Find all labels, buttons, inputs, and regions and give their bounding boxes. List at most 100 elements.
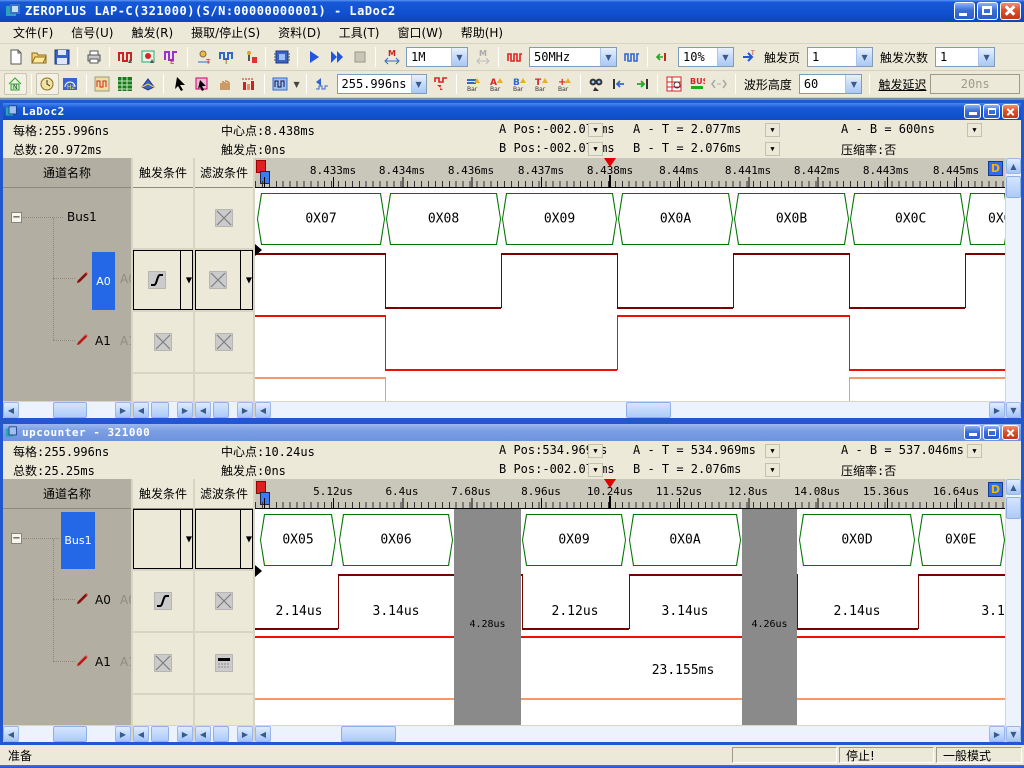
scroll-down-icon[interactable]: ▼ [1006, 726, 1021, 742]
bus-segment[interactable]: 0X06 [339, 514, 453, 566]
bus-segment[interactable]: 0X0B [734, 193, 849, 245]
trigger-cell-a0[interactable] [133, 571, 193, 633]
trigger-column-scrollbar[interactable]: ◀ ▶ [133, 725, 193, 742]
maximize-button[interactable] [983, 104, 1000, 119]
signal-row[interactable] [255, 312, 1005, 374]
trigger-marker-icon[interactable] [604, 479, 616, 488]
scroll-down-icon[interactable]: ▼ [1006, 402, 1021, 418]
display-ratio-combo[interactable]: 10% ▼ [678, 47, 734, 67]
minimize-button[interactable] [964, 104, 981, 119]
save-button[interactable] [50, 46, 73, 68]
sampling-setup-icon[interactable] [137, 46, 160, 68]
memory-depth-combo[interactable]: 1M ▼ [406, 47, 468, 67]
run-button[interactable] [302, 46, 325, 68]
channel-a1-label[interactable]: A1 [95, 334, 111, 348]
bus-segment[interactable]: 0X07 [257, 193, 385, 245]
b-t-dropdown[interactable]: ▼ [765, 463, 780, 477]
filter-cell-a0[interactable] [195, 571, 253, 633]
bus-segment[interactable]: 0X0A [618, 193, 733, 245]
listing-view-button[interactable] [113, 73, 136, 95]
filter-cell-a0[interactable]: ▼ [195, 250, 253, 312]
trigger-cell-bus[interactable]: ▼ [133, 509, 193, 571]
bus-segment[interactable]: 0X0A [629, 514, 741, 566]
bus-segment[interactable]: 0X09 [502, 193, 617, 245]
signal-row[interactable]: 2.14us3.14us2.12us3.14us2.14us3.14 [255, 571, 1005, 633]
wave-rows[interactable]: 0X070X080X090X0A0X0B0X0C0X0D [255, 188, 1005, 401]
chevron-down-icon[interactable]: ▼ [186, 276, 192, 285]
maximize-button[interactable] [983, 425, 1000, 440]
trigger-t-icon[interactable]: T [215, 46, 238, 68]
name-column-scrollbar[interactable]: ◀ ▶ [3, 401, 131, 418]
chevron-down-icon[interactable]: ▼ [600, 48, 616, 66]
trigger-marker-icon[interactable] [604, 158, 616, 167]
t-bar-icon[interactable]: TBar [530, 73, 553, 95]
scroll-left-icon[interactable]: ◀ [3, 726, 19, 742]
signal-row[interactable] [255, 374, 1005, 401]
scroll-left-icon[interactable]: ◀ [133, 726, 149, 742]
wave-v-scrollbar[interactable]: ▲ ▼ [1005, 158, 1021, 418]
trigger-i-icon[interactable] [238, 46, 261, 68]
scroll-right-icon[interactable]: ▶ [237, 402, 253, 418]
home-button[interactable]: N [4, 73, 27, 95]
compressed-region[interactable]: 4.28us [454, 509, 521, 725]
tree-collapse-icon[interactable]: − [11, 533, 22, 544]
hand-tool-button[interactable] [214, 73, 237, 95]
scroll-up-icon[interactable]: ▲ [1006, 158, 1021, 174]
scroll-left-icon[interactable]: ◀ [255, 402, 271, 418]
b-pos-dropdown[interactable]: ▼ [588, 142, 603, 156]
bus-selected[interactable]: Bus1 [61, 512, 95, 569]
chevron-down-icon[interactable]: ▼ [246, 535, 252, 544]
wave-rows[interactable]: 0X050X060X090X0A0X0D0X0E2.14us3.14us2.12… [255, 509, 1005, 725]
channel-tree[interactable]: − Bus1 A0 A0 A1 A1 [3, 188, 131, 401]
bus-segment[interactable]: 0X08 [386, 193, 501, 245]
chevron-down-icon[interactable]: ▼ [856, 48, 872, 66]
wave-h-scrollbar[interactable]: ◀ ▶ [255, 401, 1005, 418]
bus-analysis-button[interactable]: BUS [685, 73, 708, 95]
open-file-button[interactable] [27, 46, 50, 68]
scale-combo[interactable]: 255.996ns ▼ [337, 74, 427, 94]
waveform-area[interactable]: D 5.12us6.4us7.68us8.96us10.24us11.52us1… [255, 479, 1005, 742]
trigger-b-icon[interactable]: T [192, 46, 215, 68]
chevron-down-icon[interactable]: ▼ [411, 75, 426, 93]
a-pos-dropdown[interactable]: ▼ [588, 444, 603, 458]
name-column-scrollbar[interactable]: ◀ ▶ [3, 725, 131, 742]
add-bar-icon[interactable]: +Bar [553, 73, 576, 95]
bus-segment[interactable]: 0X0E [918, 514, 1005, 566]
b-pos-dropdown[interactable]: ▼ [588, 463, 603, 477]
scroll-left-icon[interactable]: ◀ [3, 402, 19, 418]
repeat-run-button[interactable] [325, 46, 348, 68]
menu-file[interactable]: 文件(F) [4, 21, 62, 44]
scroll-right-icon[interactable]: ▶ [989, 402, 1005, 418]
next-edge-button[interactable] [630, 73, 653, 95]
a-b-dropdown[interactable]: ▼ [967, 444, 982, 458]
d-marker-icon[interactable]: D [988, 482, 1003, 497]
chevron-down-icon[interactable]: ▼ [246, 276, 252, 285]
filter-cell-bus[interactable] [195, 188, 253, 250]
chevron-down-icon[interactable]: ▼ [451, 48, 467, 66]
chevron-down-icon[interactable]: ▼ [717, 48, 733, 66]
scroll-up-icon[interactable]: ▲ [1006, 479, 1021, 495]
goto-tbar-icon[interactable] [430, 73, 453, 95]
bus-segment[interactable]: 0X09 [522, 514, 626, 566]
b-bar-icon[interactable]: BBar [507, 73, 530, 95]
a-t-dropdown[interactable]: ▼ [765, 444, 780, 458]
bus-property-icon[interactable] [114, 46, 137, 68]
filter-cell-a1[interactable] [195, 312, 253, 374]
chevron-down-icon[interactable]: ▼ [978, 48, 994, 66]
scroll-left-icon[interactable]: ◀ [133, 402, 149, 418]
sample-rate-combo[interactable]: 50MHz ▼ [529, 47, 617, 67]
memory-page-icon[interactable]: M [380, 46, 403, 68]
trigger-property-icon[interactable]: E [160, 46, 183, 68]
scroll-right-icon[interactable]: ▶ [989, 726, 1005, 742]
compressed-region[interactable]: 4.26us [742, 509, 797, 725]
close-button[interactable] [1000, 2, 1021, 20]
scroll-left-icon[interactable]: ◀ [255, 726, 271, 742]
filter-cell-a1[interactable] [195, 633, 253, 695]
close-button[interactable] [1002, 425, 1019, 440]
tree-collapse-icon[interactable]: − [11, 212, 22, 223]
signal-row[interactable]: 23.155ms [255, 633, 1005, 695]
scroll-left-icon[interactable]: ◀ [195, 726, 211, 742]
wave-height-combo[interactable]: 60 ▼ [799, 74, 863, 94]
bus-segment[interactable]: 0X0C [850, 193, 965, 245]
zoom-fit-icon[interactable] [652, 46, 675, 68]
